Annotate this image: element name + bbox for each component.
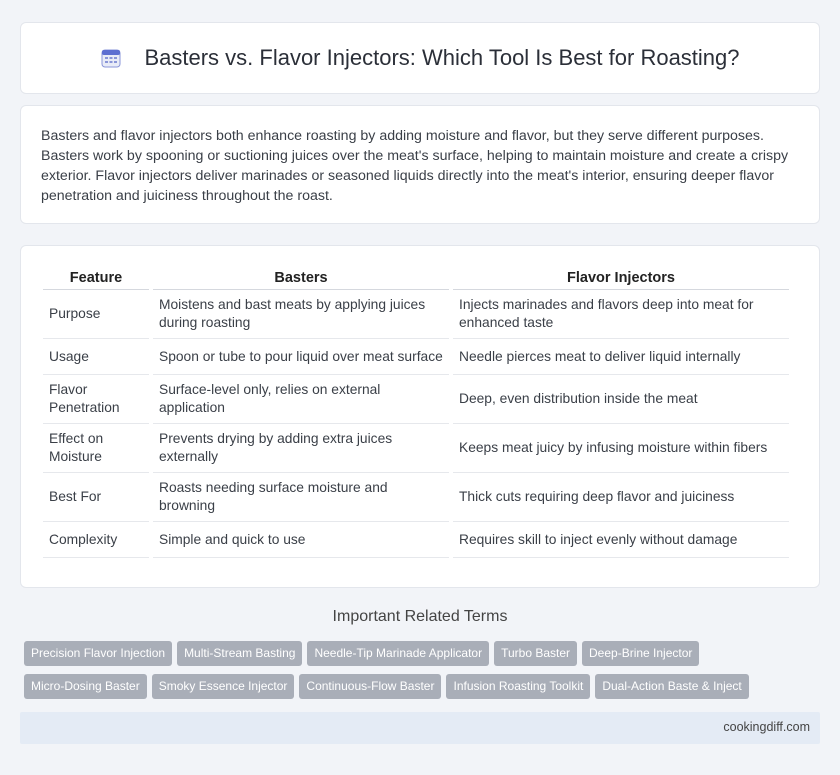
table-row: Best For Roasts needing surface moisture… [43,473,789,522]
comparison-card: Feature Basters Flavor Injectors Purpose… [20,245,820,588]
injectors-cell: Requires skill to inject evenly without … [453,522,789,558]
related-tag[interactable]: Needle-Tip Marinade Applicator [307,641,490,666]
related-terms-section: Important Related Terms [0,608,840,626]
site-credit[interactable]: cookingdiff.com [723,720,810,734]
related-tag[interactable]: Precision Flavor Injection [24,641,173,666]
feature-cell: Complexity [43,522,149,558]
calendar-icon [100,47,122,69]
footer: cookingdiff.com [20,712,820,744]
basters-cell: Surface-level only, relies on external a… [153,375,449,424]
related-tag[interactable]: Continuous-Flow Baster [299,674,442,699]
basters-cell: Moistens and bast meats by applying juic… [153,290,449,339]
feature-cell: Purpose [43,290,149,339]
intro-card: Basters and flavor injectors both enhanc… [20,105,820,224]
table-row: Flavor Penetration Surface-level only, r… [43,375,789,424]
column-header-flavor-injectors: Flavor Injectors [453,266,789,290]
feature-cell: Usage [43,339,149,375]
related-tag[interactable]: Smoky Essence Injector [151,674,295,699]
table-row: Purpose Moistens and bast meats by apply… [43,290,789,339]
feature-cell: Flavor Penetration [43,375,149,424]
comparison-table: Feature Basters Flavor Injectors Purpose… [39,266,793,558]
column-header-basters: Basters [153,266,449,290]
intro-text: Basters and flavor injectors both enhanc… [41,128,789,204]
injectors-cell: Keeps meat juicy by infusing moisture wi… [453,424,789,473]
table-row: Usage Spoon or tube to pour liquid over … [43,339,789,375]
feature-cell: Best For [43,473,149,522]
related-tag[interactable]: Dual-Action Baste & Inject [595,674,749,699]
column-header-feature: Feature [43,266,149,290]
feature-cell: Effect on Moisture [43,424,149,473]
injectors-cell: Needle pierces meat to deliver liquid in… [453,339,789,375]
basters-cell: Simple and quick to use [153,522,449,558]
page-title: Basters vs. Flavor Injectors: Which Tool… [144,45,740,70]
related-tags: Precision Flavor Injection Multi-Stream B… [24,641,814,707]
basters-cell: Spoon or tube to pour liquid over meat s… [153,339,449,375]
table-row: Effect on Moisture Prevents drying by ad… [43,424,789,473]
injectors-cell: Injects marinades and flavors deep into … [453,290,789,339]
related-terms-title: Important Related Terms [332,608,508,625]
related-tag[interactable]: Multi-Stream Basting [177,641,303,666]
related-tag[interactable]: Deep-Brine Injector [582,641,700,666]
injectors-cell: Deep, even distribution inside the meat [453,375,789,424]
basters-cell: Prevents drying by adding extra juices e… [153,424,449,473]
related-tag[interactable]: Turbo Baster [494,641,578,666]
table-header-row: Feature Basters Flavor Injectors [43,266,789,290]
related-tag[interactable]: Micro-Dosing Baster [24,674,147,699]
table-row: Complexity Simple and quick to use Requi… [43,522,789,558]
injectors-cell: Thick cuts requiring deep flavor and jui… [453,473,789,522]
related-tag[interactable]: Infusion Roasting Toolkit [446,674,591,699]
basters-cell: Roasts needing surface moisture and brow… [153,473,449,522]
page-header: Basters vs. Flavor Injectors: Which Tool… [20,22,820,94]
